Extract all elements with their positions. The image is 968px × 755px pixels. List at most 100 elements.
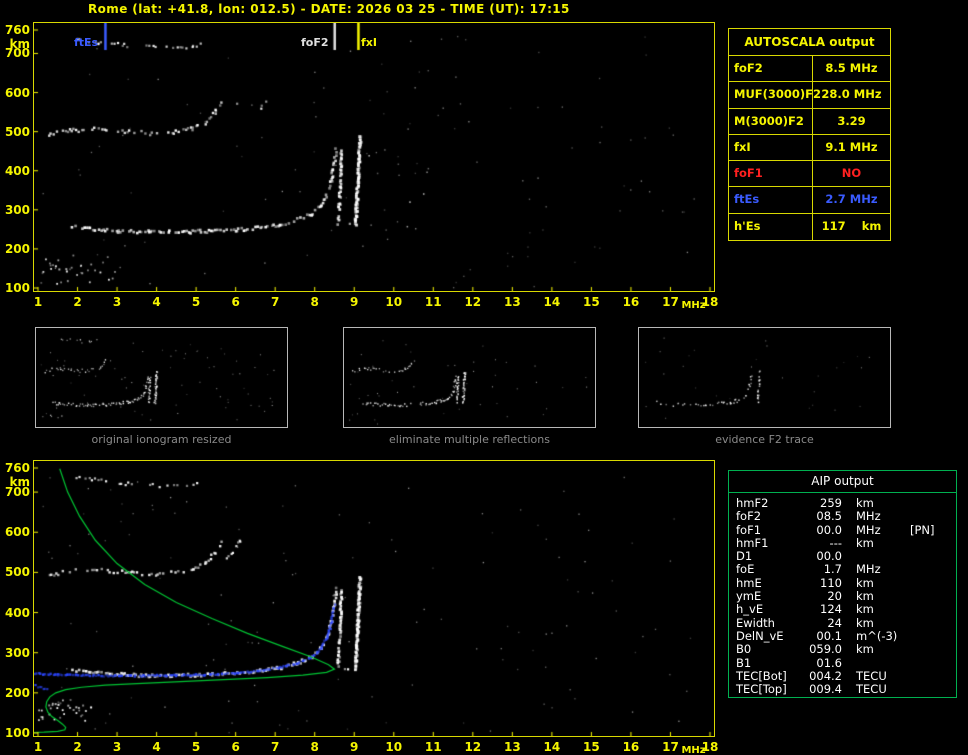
aip-param-unit: km — [856, 589, 874, 604]
xtick-label: 3 — [112, 740, 122, 754]
aip-param-extra — [902, 497, 956, 510]
aip-row: h_vE 124 km — [736, 603, 956, 616]
aip-param-unit: km — [856, 642, 874, 657]
aip-param-name: B1 — [736, 655, 752, 670]
aip-param-extra — [902, 510, 956, 523]
aip-param-unit — [842, 657, 902, 670]
aip-param-extra — [902, 537, 956, 550]
aip-param-value: 20 — [827, 589, 842, 604]
aip-param-unit: TECU — [856, 682, 887, 697]
ytick-label: 500 — [4, 565, 30, 580]
aip-param-extra — [902, 683, 956, 696]
fxI-marker-label: fxI — [361, 36, 377, 49]
xtick-label: 14 — [543, 740, 561, 754]
aip-param-unit: TECU — [856, 668, 887, 683]
aip-param-value: 1.7 — [823, 562, 842, 577]
autoscala-rows: foF2 8.5 MHz MUF(3000)F2 28.0 MHz M(3000)F2 3… — [729, 56, 890, 241]
autoscala-row: MUF(3000)F2 28.0 MHz — [729, 82, 890, 109]
aip-row: foE 1.7 MHz — [736, 563, 956, 576]
thumb-caption-original: original ionogram resized — [91, 433, 232, 446]
aip-row: TEC[Bot] 004.2 TECU — [736, 668, 956, 683]
autoscala-table-header: AUTOSCALA output — [729, 29, 890, 56]
aip-param-unit: km — [856, 602, 874, 617]
xtick-label: 15 — [583, 295, 600, 309]
xtick-label: 6 — [231, 295, 240, 309]
autoscala-row: M(3000)F2 3.29 — [729, 108, 890, 135]
autoscala-output-table: AUTOSCALA output foF2 8.5 MHz MUF(3000)F2 2… — [728, 28, 891, 242]
aip-row: hmF2 259 km — [736, 496, 956, 510]
xtick-label: 5 — [191, 740, 201, 754]
aip-row: B0 059.0 km — [736, 643, 956, 656]
autoscala-param-value: 8.5 MHz — [825, 61, 878, 75]
aip-param-unit: m^(-3) — [856, 628, 898, 643]
aip-param-name: ymE — [736, 589, 762, 604]
thumb-no-multiples-canvas — [344, 328, 595, 427]
autoscala-row: h'Es 117 km — [729, 213, 890, 241]
aip-row: B1 01.6 — [736, 655, 956, 670]
aip-param-name: foE — [736, 562, 755, 577]
aip-param-value: 24 — [827, 615, 842, 630]
aip-param-value: 124 — [820, 602, 842, 617]
xtick-label: 13 — [503, 295, 521, 309]
xtick-label: 14 — [543, 295, 561, 309]
aip-row: D1 00.0 — [736, 550, 956, 563]
aip-output-panel: AIP output hmF2 259 km foF2 08.5 MHz foF1 00.0 M… — [728, 470, 957, 698]
aip-param-extra — [902, 563, 956, 576]
aip-param-extra — [902, 577, 956, 590]
autoscala-param-value: 9.1 MHz — [825, 139, 878, 154]
bottom-ionogram-plot — [33, 460, 715, 737]
xtick-label: 1 — [33, 295, 43, 309]
xtick-label: 8 — [310, 740, 319, 754]
xtick-label: 15 — [583, 740, 600, 754]
aip-param-value: 08.5 — [816, 509, 842, 524]
aip-row: Ewidth 24 km — [736, 615, 956, 630]
aip-param-name: TEC[Bot] — [736, 668, 787, 683]
y-unit-label: km — [9, 475, 30, 489]
ytick-label: 300 — [4, 645, 30, 660]
aip-param-unit: MHz — [856, 562, 881, 577]
aip-param-value: 259 — [820, 496, 842, 510]
aip-param-unit — [842, 550, 902, 563]
aip-param-extra — [902, 590, 956, 603]
autoscala-param-value: NO — [841, 166, 862, 181]
autoscala-param-label: M(3000)F2 — [729, 108, 813, 134]
xtick-label: 7 — [270, 740, 280, 754]
autoscala-param-value: 3.29 — [837, 113, 866, 128]
aip-param-value: 059.0 — [809, 642, 842, 657]
xtick-label: 16 — [622, 740, 640, 754]
aip-row: hmE 110 km — [736, 575, 956, 590]
aip-param-unit: km — [856, 496, 874, 510]
ytick-label: 100 — [4, 281, 30, 295]
thumb-caption-multiples: eliminate multiple reflections — [389, 433, 550, 446]
aip-param-value: 00.0 — [816, 549, 842, 564]
xtick-label: 1 — [33, 740, 43, 754]
aip-param-name: Ewidth — [736, 615, 775, 630]
aip-param-name: hmF2 — [736, 496, 769, 510]
autoscala-param-value: 28.0 MHz — [821, 87, 882, 102]
thumb-f2-trace-canvas — [639, 328, 890, 427]
xtick-label: 7 — [270, 295, 280, 309]
aip-param-value: --- — [829, 535, 842, 550]
aip-param-value: 110 — [820, 575, 842, 590]
thumb-original-canvas — [36, 328, 287, 427]
aip-header: AIP output — [729, 471, 956, 493]
xtick-label: 4 — [152, 740, 161, 754]
foF2-marker-label: foF2 — [301, 36, 329, 49]
aip-param-name: B0 — [736, 642, 752, 657]
aip-param-name: TEC[Top] — [736, 682, 787, 697]
aip-param-unit: km — [856, 535, 874, 550]
autoscala-param-label: h'Es — [729, 213, 813, 241]
aip-row: foF2 08.5 MHz — [736, 510, 956, 523]
aip-param-extra — [902, 550, 956, 563]
aip-row: foF1 00.0 MHz [PN] — [736, 523, 956, 537]
y-unit-label: km — [9, 37, 30, 51]
ftEs-marker-label: ftEs — [74, 36, 99, 49]
ytick-label: 500 — [4, 124, 30, 139]
xtick-label: 8 — [310, 295, 319, 309]
ytick-label: 600 — [4, 85, 30, 100]
xtick-label: 9 — [350, 740, 359, 754]
aip-param-extra — [902, 643, 956, 656]
aip-row: hmF1 --- km — [736, 535, 956, 550]
aip-param-value: 009.4 — [809, 682, 842, 697]
ytick-label: 100 — [4, 726, 30, 740]
